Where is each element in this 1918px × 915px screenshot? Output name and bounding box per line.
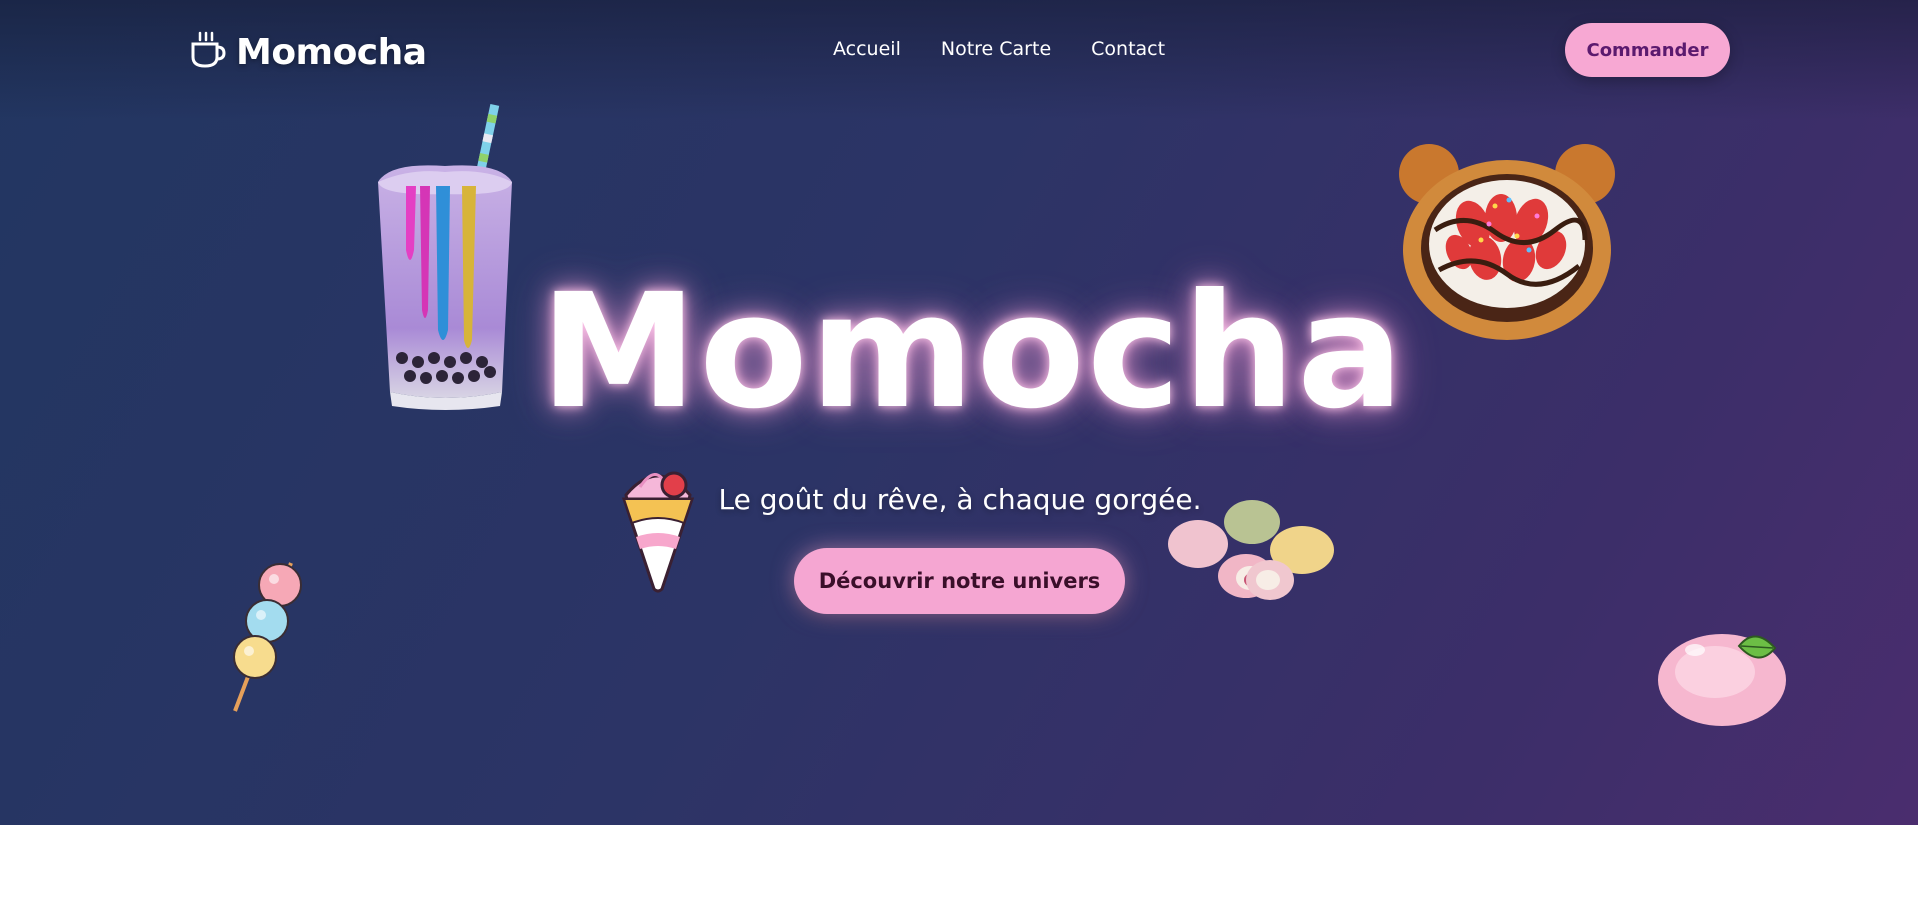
hero-tagline: Le goût du rêve, à chaque gorgée.: [718, 483, 1202, 516]
ice-cream-crepe-icon: [618, 455, 698, 595]
brand-name: Momocha: [236, 31, 427, 73]
bear-waffle-icon: [1395, 140, 1620, 345]
top-navbar: Momocha Accueil Notre Carte Contact Comm…: [0, 0, 1918, 104]
brand-logo[interactable]: Momocha: [190, 28, 427, 76]
hero-section: Momocha Accueil Notre Carte Contact Comm…: [0, 0, 1918, 825]
nav-link-contact[interactable]: Contact: [1091, 38, 1165, 60]
nav-link-accueil[interactable]: Accueil: [833, 38, 901, 60]
main-menu: Accueil Notre Carte Contact: [833, 38, 1165, 60]
order-button[interactable]: Commander: [1565, 23, 1730, 77]
coffee-cup-icon: [190, 31, 226, 73]
peach-mochi-icon: [1655, 622, 1790, 727]
dango-skewer-icon: [225, 555, 310, 715]
bubble-tea-icon: [370, 100, 520, 410]
hero-title: Momocha: [540, 260, 1406, 444]
discover-universe-button[interactable]: Découvrir notre univers: [794, 548, 1125, 614]
nav-link-notre-carte[interactable]: Notre Carte: [941, 38, 1051, 60]
page-below-hero: [0, 825, 1918, 915]
